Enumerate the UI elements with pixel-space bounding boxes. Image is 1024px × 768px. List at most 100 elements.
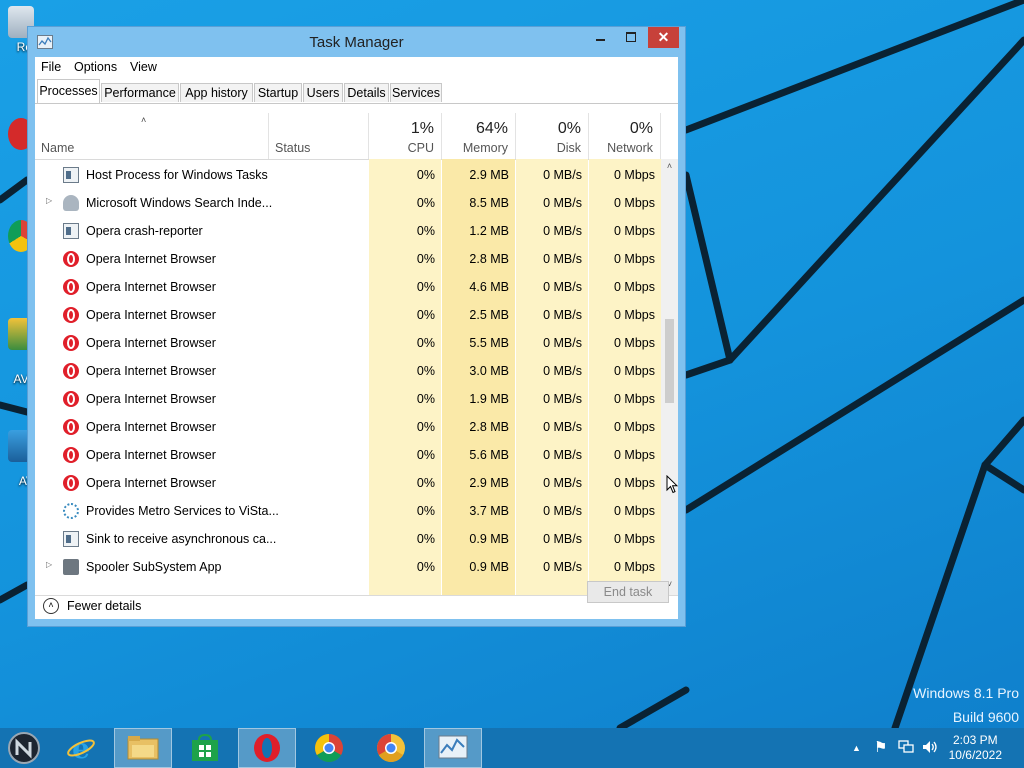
process-row[interactable]: Opera Internet Browser 0% 2.8 MB 0 MB/s 0 Mb… <box>35 245 661 273</box>
taskbar-internet-explorer[interactable]: e <box>52 728 110 768</box>
taskbar-chrome-canary[interactable] <box>362 728 420 768</box>
tab-details[interactable]: Details <box>344 83 389 102</box>
process-row[interactable]: ▷ Microsoft Windows Search Inde... 0% 8.5 M… <box>35 189 661 217</box>
process-cpu: 0% <box>416 532 435 546</box>
vertical-scrollbar[interactable]: ˄ ˅ <box>661 159 678 595</box>
close-button[interactable]: ✕ <box>648 27 679 48</box>
process-row[interactable]: Host Process for Windows Tasks 0% 2.9 MB 0 … <box>35 161 661 189</box>
process-name: Opera Internet Browser <box>86 476 216 490</box>
column-status-label: Status <box>275 141 311 155</box>
column-header-memory[interactable]: 64% Memory <box>442 113 516 159</box>
process-row[interactable]: Opera Internet Browser 0% 5.5 MB 0 MB/s 0 Mb… <box>35 329 661 357</box>
process-disk: 0 MB/s <box>543 252 582 266</box>
process-name: Host Process for Windows Tasks <box>86 168 268 182</box>
process-memory: 5.6 MB <box>469 448 509 462</box>
process-cpu: 0% <box>416 252 435 266</box>
process-row[interactable]: Opera Internet Browser 0% 1.9 MB 0 MB/s 0 Mb… <box>35 385 661 413</box>
process-row[interactable]: Opera Internet Browser 0% 2.5 MB 0 MB/s 0 Mb… <box>35 301 661 329</box>
column-header-name[interactable]: ˄ Name <box>35 113 269 159</box>
taskbar-store[interactable] <box>176 728 234 768</box>
column-header-cpu[interactable]: 1% CPU <box>369 113 442 159</box>
end-task-button[interactable]: End task <box>587 581 669 603</box>
tab-processes[interactable]: Processes <box>37 79 100 103</box>
process-cpu: 0% <box>416 336 435 350</box>
action-center-flag-icon[interactable]: ⚑ <box>874 738 887 756</box>
expand-arrow-icon[interactable]: ▷ <box>46 560 52 569</box>
task-manager-window: Task Manager ✕ File Options View Process… <box>27 26 686 627</box>
opera-icon <box>63 363 79 379</box>
tab-app-history[interactable]: App history <box>180 83 253 102</box>
process-row[interactable]: Opera Internet Browser 0% 2.9 MB 0 MB/s 0 Mb… <box>35 469 661 497</box>
process-cpu: 0% <box>416 168 435 182</box>
column-memory-label: Memory <box>462 141 508 155</box>
system-clock[interactable]: 2:03 PM 10/6/2022 <box>949 733 1002 763</box>
column-header-disk[interactable]: 0% Disk <box>516 113 589 159</box>
process-row[interactable]: Provides Metro Services to ViSta... 0% 3.7… <box>35 497 661 525</box>
show-hidden-icons-button[interactable]: ▲ <box>852 743 861 753</box>
process-row[interactable]: ▷ Spooler SubSystem App 0% 0.9 MB 0 MB/s 0 Mb… <box>35 553 661 581</box>
fewer-details-button[interactable]: ˄ Fewer details <box>41 587 151 617</box>
opera-icon <box>63 419 79 435</box>
network-icon[interactable] <box>898 740 914 754</box>
process-row[interactable]: Opera crash-reporter 0% 1.2 MB 0 MB/s 0 Mbps <box>35 217 661 245</box>
process-disk: 0 MB/s <box>543 392 582 406</box>
column-header-network[interactable]: 0% Network <box>589 113 661 159</box>
taskbar-file-explorer[interactable] <box>114 728 172 768</box>
column-header-status[interactable]: Status <box>269 113 369 159</box>
process-row[interactable]: Opera Internet Browser 0% 5.6 MB 0 MB/s 0 Mb… <box>35 441 661 469</box>
close-icon: ✕ <box>657 29 670 45</box>
start-button[interactable] <box>0 728 48 768</box>
process-cpu: 0% <box>416 504 435 518</box>
menu-options[interactable]: Options <box>74 60 117 74</box>
column-header-row: ˄ Name Status 1% CPU 64% Memory 0% Disk … <box>35 113 678 160</box>
process-network: 0 Mbps <box>614 504 655 518</box>
maximize-button[interactable] <box>617 27 647 48</box>
column-name-label: Name <box>41 141 75 155</box>
sort-ascending-icon: ˄ <box>141 115 147 125</box>
process-disk: 0 MB/s <box>543 224 582 238</box>
scroll-up-button[interactable]: ˄ <box>661 161 678 175</box>
tab-services[interactable]: Services <box>390 83 442 102</box>
minimize-button[interactable] <box>586 27 616 48</box>
disk-total-percent: 0% <box>557 120 581 137</box>
process-disk: 0 MB/s <box>543 476 582 490</box>
opera-icon <box>254 734 280 762</box>
mouse-cursor-icon <box>666 475 678 494</box>
process-network: 0 Mbps <box>614 252 655 266</box>
expand-arrow-icon[interactable]: ▷ <box>46 196 52 205</box>
tab-performance[interactable]: Performance <box>101 83 179 102</box>
memory-total-percent: 64% <box>475 120 508 137</box>
column-network-label: Network <box>607 141 653 155</box>
search-indexer-icon <box>63 195 79 211</box>
process-row[interactable]: Opera Internet Browser 0% 2.8 MB 0 MB/s 0 Mb… <box>35 413 661 441</box>
process-row[interactable]: Opera Internet Browser 0% 3.0 MB 0 MB/s 0 Mb… <box>35 357 661 385</box>
volume-icon[interactable] <box>922 740 938 754</box>
process-cpu: 0% <box>416 308 435 322</box>
process-memory: 3.0 MB <box>469 364 509 378</box>
process-disk: 0 MB/s <box>543 364 582 378</box>
process-disk: 0 MB/s <box>543 448 582 462</box>
process-memory: 0.9 MB <box>469 532 509 546</box>
process-row[interactable]: Sink to receive asynchronous ca... 0% 0.9 … <box>35 525 661 553</box>
process-name: Opera Internet Browser <box>86 448 216 462</box>
taskbar-task-manager[interactable] <box>424 728 482 768</box>
opera-icon <box>63 335 79 351</box>
process-network: 0 Mbps <box>614 364 655 378</box>
tab-users[interactable]: Users <box>303 83 343 102</box>
process-cpu: 0% <box>416 476 435 490</box>
taskbar-chrome[interactable] <box>300 728 358 768</box>
tab-startup[interactable]: Startup <box>254 83 302 102</box>
menu-view[interactable]: View <box>130 60 157 74</box>
process-disk: 0 MB/s <box>543 196 582 210</box>
process-memory: 2.9 MB <box>469 476 509 490</box>
process-name: Sink to receive asynchronous ca... <box>86 532 277 546</box>
taskbar-opera[interactable] <box>238 728 296 768</box>
process-row[interactable]: Opera Internet Browser 0% 4.6 MB 0 MB/s 0 Mb… <box>35 273 661 301</box>
process-disk: 0 MB/s <box>543 336 582 350</box>
menu-file[interactable]: File <box>41 60 61 74</box>
scroll-thumb[interactable] <box>665 319 674 404</box>
task-manager-icon <box>438 735 468 759</box>
title-bar[interactable]: Task Manager ✕ <box>28 27 685 57</box>
generic-process-icon <box>63 531 79 547</box>
opera-icon <box>63 251 79 267</box>
